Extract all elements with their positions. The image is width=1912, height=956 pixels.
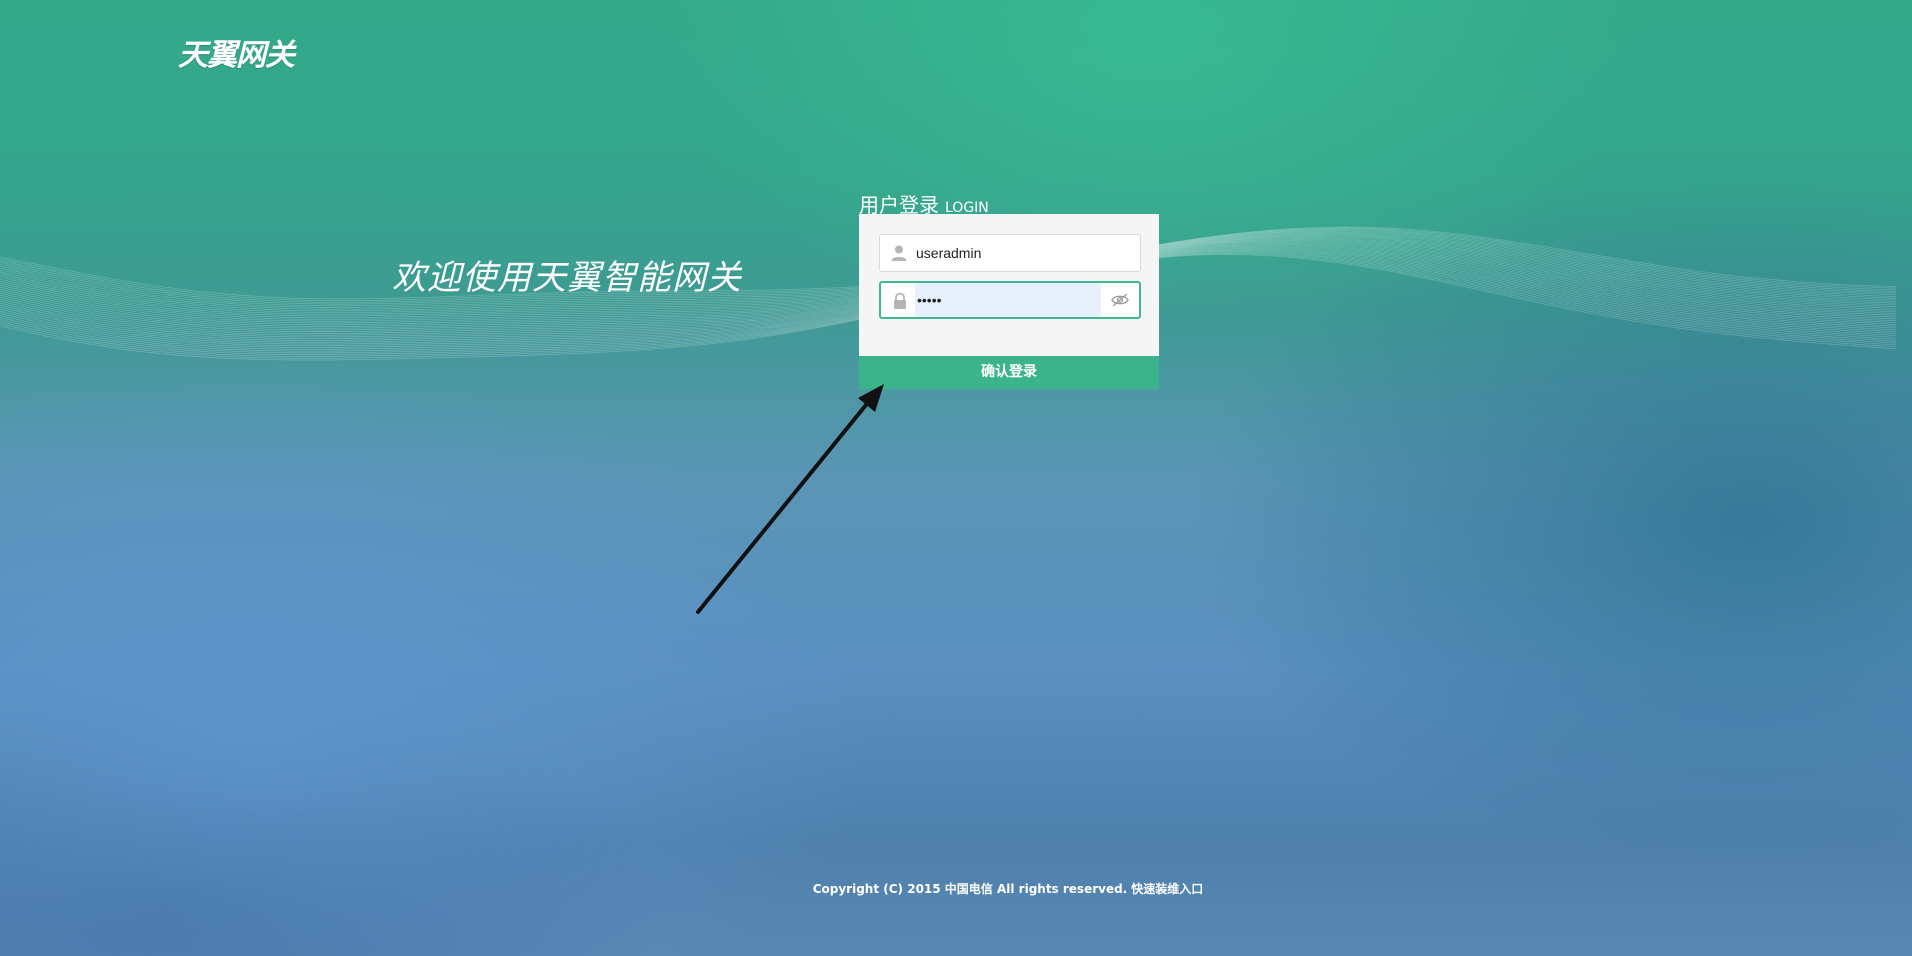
username-input[interactable] xyxy=(916,235,1132,271)
footer-quick-install-link[interactable]: 快速装维入口 xyxy=(1131,882,1203,896)
login-page: 天翼网关 欢迎使用天翼智能网关 用户登录 LOGIN useradmin •••… xyxy=(0,0,1912,956)
lock-icon xyxy=(891,292,909,310)
footer-copyright: Copyright (C) 2015 中国电信 All rights reser… xyxy=(812,882,1128,896)
brand-logo: 天翼网关 xyxy=(178,38,295,73)
password-input[interactable] xyxy=(915,283,1101,317)
user-icon xyxy=(890,244,908,262)
login-form xyxy=(859,214,1159,356)
login-submit-button[interactable]: 确认登录 xyxy=(859,356,1159,389)
annotation-arrow xyxy=(696,384,884,614)
password-field[interactable] xyxy=(879,281,1141,319)
username-field[interactable] xyxy=(879,234,1141,272)
welcome-heading: 欢迎使用天翼智能网关 xyxy=(392,258,742,298)
footer: Copyright (C) 2015 中国电信 All rights reser… xyxy=(0,880,1912,897)
eye-hidden-icon[interactable] xyxy=(1111,292,1129,308)
